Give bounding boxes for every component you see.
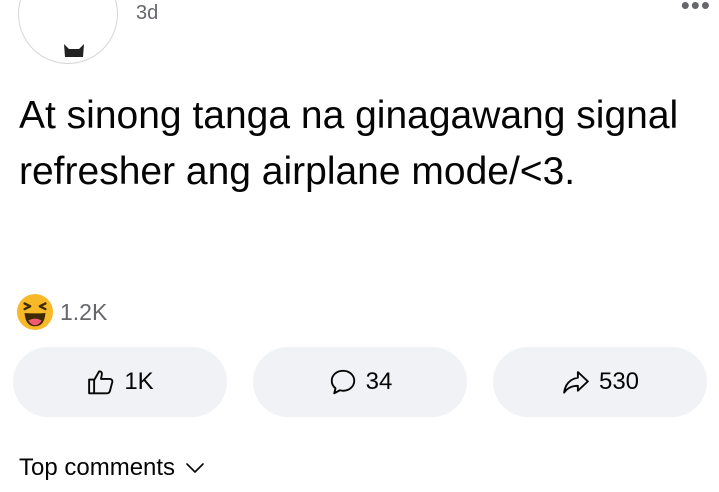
reaction-count: 1.2K	[60, 298, 108, 325]
cat-icon	[64, 44, 84, 57]
haha-emoji-icon	[16, 293, 54, 331]
comment-count: 34	[365, 368, 393, 395]
like-button[interactable]: 1K	[13, 347, 227, 417]
chevron-down-icon	[186, 463, 204, 473]
comment-button[interactable]: 34	[253, 347, 467, 417]
thumbs-up-icon	[88, 370, 114, 395]
share-button[interactable]: 530	[493, 347, 707, 417]
share-count: 530	[598, 368, 640, 395]
comments-sort-dropdown[interactable]: Top comments	[19, 454, 205, 482]
reactions-summary[interactable]: 1.2K	[16, 292, 107, 332]
like-count: 1K	[124, 368, 154, 395]
post-text: At sinong tanga na ginagawang signal ref…	[19, 94, 679, 193]
share-arrow-icon	[563, 371, 589, 394]
post-card: 3d ••• At sinong tanga na ginagawang sig…	[0, 0, 719, 492]
avatar[interactable]	[18, 0, 118, 64]
more-options-icon[interactable]: •••	[681, 0, 711, 18]
comments-sort-label: Top comments	[19, 454, 176, 481]
post-timestamp[interactable]: 3d	[136, 2, 158, 25]
comment-bubble-icon	[330, 369, 355, 395]
